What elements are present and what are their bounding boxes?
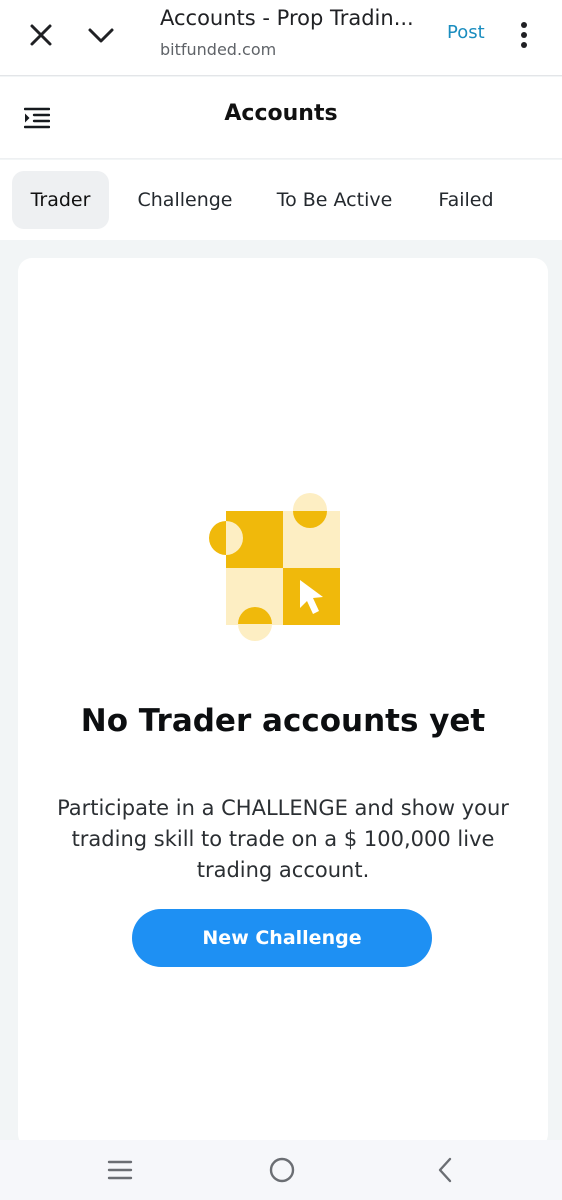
- home-icon[interactable]: [268, 1156, 296, 1184]
- post-button[interactable]: Post: [447, 22, 485, 43]
- page-title: Accounts: [224, 101, 338, 126]
- browser-url[interactable]: bitfunded.com: [160, 40, 276, 59]
- back-icon[interactable]: [434, 1156, 456, 1184]
- close-icon[interactable]: [28, 22, 54, 48]
- app-header: Accounts: [0, 77, 562, 159]
- chevron-down-icon[interactable]: [86, 22, 116, 48]
- new-challenge-button[interactable]: New Challenge: [132, 909, 432, 967]
- recent-apps-icon[interactable]: [106, 1158, 134, 1182]
- checkerboard-cursor-icon: [209, 493, 340, 641]
- tab-trader[interactable]: Trader: [12, 171, 109, 229]
- empty-state-card: No Trader accounts yet Participate in a …: [18, 258, 548, 1148]
- tab-failed[interactable]: Failed: [424, 171, 508, 229]
- empty-state-title: No Trader accounts yet: [80, 703, 486, 739]
- browser-page-title: Accounts - Prop Tradin...: [160, 6, 414, 30]
- empty-state-description: Participate in a CHALLENGE and show your…: [57, 796, 509, 882]
- account-tabs: Trader Challenge To Be Active Failed: [0, 160, 562, 240]
- tab-to-be-active[interactable]: To Be Active: [268, 171, 401, 229]
- system-nav-bar: [0, 1140, 562, 1200]
- tab-challenge[interactable]: Challenge: [128, 171, 242, 229]
- browser-toolbar: Accounts - Prop Tradin... bitfunded.com …: [0, 0, 562, 76]
- more-vertical-icon[interactable]: [514, 20, 534, 50]
